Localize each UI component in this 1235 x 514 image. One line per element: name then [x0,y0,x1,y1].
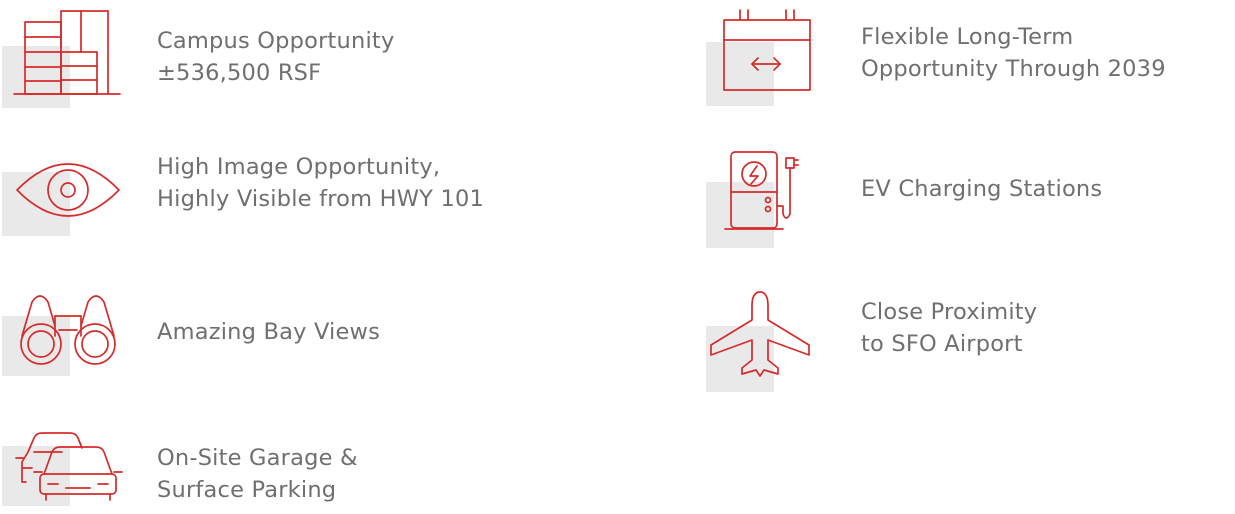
airplane-icon [710,291,810,377]
feature-ev-charging-label: EV Charging Stations [861,173,1102,205]
feature-sfo-airport-line-2: to SFO Airport [861,331,1023,357]
feature-parking-line-2: Surface Parking [157,477,337,503]
feature-ev-charging-line-1: EV Charging Stations [861,176,1103,202]
feature-sfo-airport-line-1: Close Proximity [861,299,1038,325]
feature-long-term-line-2: Opportunity Through 2039 [861,56,1166,82]
feature-long-term-line-1: Flexible Long-Term [861,24,1074,50]
feature-parking-line-1: On-Site Garage & [157,445,358,471]
feature-sfo-airport-label: Close Proximity to SFO Airport [861,296,1037,360]
feature-parking-label: On-Site Garage & Surface Parking [157,442,358,506]
feature-long-term-label: Flexible Long-Term Opportunity Through 2… [861,21,1166,85]
